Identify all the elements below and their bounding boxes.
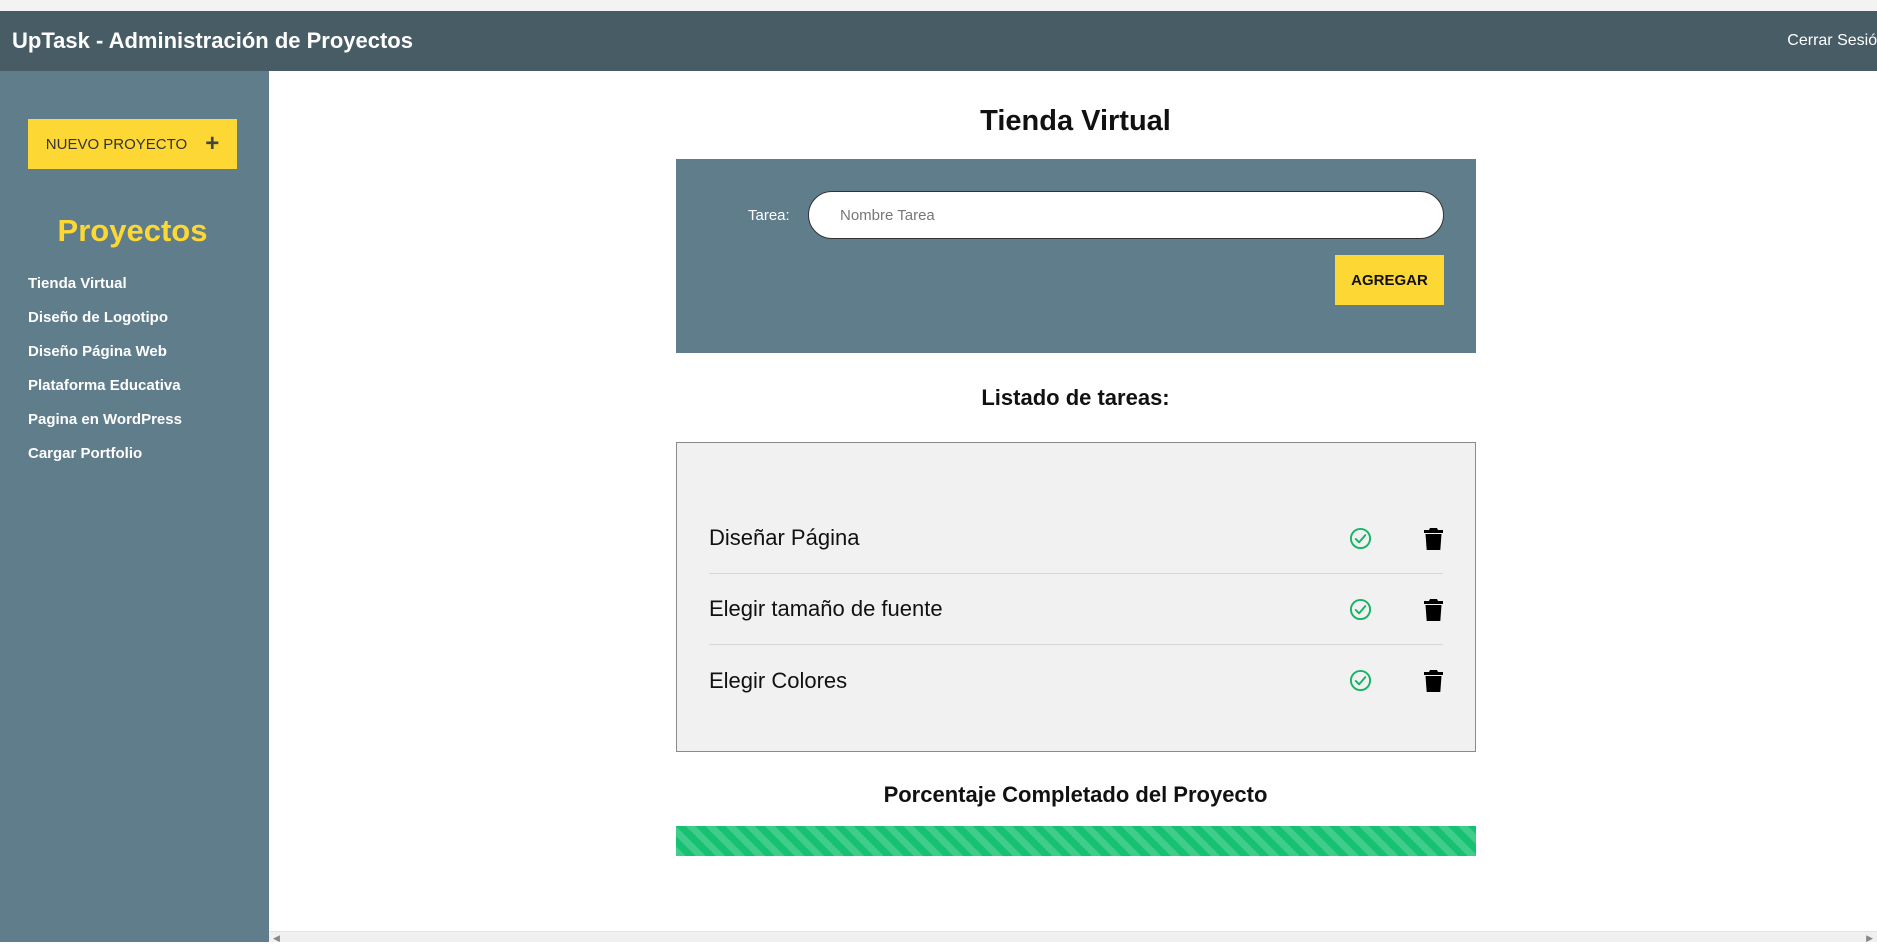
projects-heading: Proyectos [57,213,208,248]
sidebar-item-pagina-wordpress[interactable]: Pagina en WordPress [28,411,182,428]
browser-top-strip [0,0,1877,11]
task-name: Elegir Colores [709,667,848,693]
scroll-left-icon[interactable]: ◀ [273,933,280,944]
task-list-panel: Diseñar Página Elegir tamaño de fuente E… [676,442,1476,752]
app-title: UpTask - Administración de Proyectos [12,28,413,53]
trash-icon[interactable] [1423,598,1444,622]
app-header: UpTask - Administración de Proyectos Cer… [0,11,1877,71]
task-name: Elegir tamaño de fuente [709,596,943,621]
task-list-heading: Listado de tareas: [981,385,1170,410]
trash-icon[interactable] [1423,669,1444,693]
logout-link[interactable]: Cerrar Sesión [1787,32,1877,50]
task-row: Elegir Colores [709,645,1443,716]
project-list-item: Pagina en WordPress [28,411,182,445]
main-content: Tienda Virtual Tarea: AGREGAR Listado de… [269,71,1877,931]
sidebar-item-plataforma-educativa[interactable]: Plataforma Educativa [28,377,181,394]
progress-bar [676,826,1476,856]
task-label: Tarea: [748,207,790,224]
task-list: Diseñar Página Elegir tamaño de fuente E… [709,503,1443,716]
check-circle-icon[interactable] [1349,669,1372,692]
page-title: Tienda Virtual [980,105,1171,137]
project-list-item: Plataforma Educativa [28,377,182,411]
task-name-input[interactable] [808,191,1444,239]
sidebar-item-diseno-pagina-web[interactable]: Diseño Página Web [28,343,167,360]
project-list-item: Diseño de Logotipo [28,309,182,343]
project-list-item: Cargar Portfolio [28,445,182,479]
sidebar: NUEVO PROYECTO + Proyectos Tienda Virtua… [0,71,269,942]
check-circle-icon[interactable] [1349,527,1372,550]
sidebar-item-cargar-portfolio[interactable]: Cargar Portfolio [28,445,142,462]
trash-icon[interactable] [1423,527,1444,551]
progress-fill [676,826,1476,856]
task-row: Diseñar Página [709,503,1443,574]
horizontal-scrollbar[interactable]: ◀ ▶ [269,931,1877,944]
check-circle-icon[interactable] [1349,598,1372,621]
scroll-right-icon[interactable]: ▶ [1866,933,1873,944]
sidebar-item-tienda-virtual[interactable]: Tienda Virtual [28,275,127,292]
new-project-button[interactable]: NUEVO PROYECTO + [28,119,237,169]
project-list-item: Tienda Virtual [28,275,182,309]
task-name: Diseñar Página [709,525,860,550]
add-task-button[interactable]: AGREGAR [1335,255,1444,305]
progress-heading: Porcentaje Completado del Proyecto [883,782,1268,807]
plus-icon: + [205,130,220,157]
sidebar-item-diseno-logotipo[interactable]: Diseño de Logotipo [28,309,168,326]
add-task-form: Tarea: AGREGAR [676,159,1476,353]
project-list-item: Diseño Página Web [28,343,182,377]
task-row: Elegir tamaño de fuente [709,574,1443,645]
new-project-label: NUEVO PROYECTO [45,135,188,153]
project-list: Tienda Virtual Diseño de Logotipo Diseño… [28,275,182,479]
